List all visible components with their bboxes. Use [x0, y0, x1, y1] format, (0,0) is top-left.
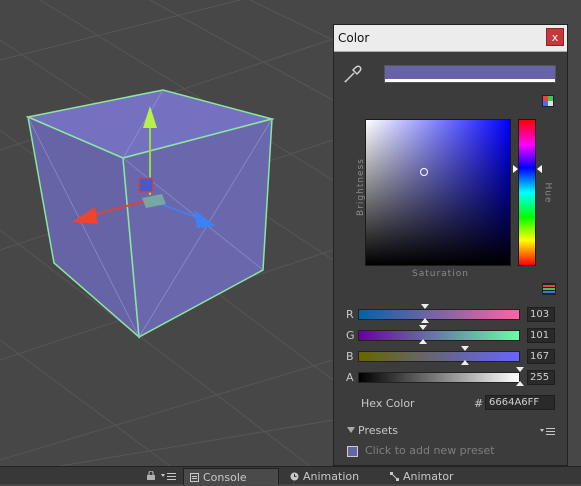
panel-menu-icon[interactable]	[161, 472, 177, 480]
hue-slider[interactable]	[518, 119, 536, 266]
slider-r-handle-top[interactable]	[421, 304, 429, 309]
value-field-a[interactable]: 255	[527, 370, 555, 385]
lock-icon[interactable]	[147, 471, 155, 480]
slider-b-handle-bottom[interactable]	[461, 360, 469, 365]
slider-a-handle-top[interactable]	[516, 367, 524, 372]
preset-swatch[interactable]	[347, 446, 358, 457]
value-field-r[interactable]: 103	[527, 307, 555, 322]
hue-handle-left[interactable]	[513, 165, 518, 173]
slider-g-handle-bottom[interactable]	[419, 339, 427, 344]
channel-row-r: R 103	[334, 307, 569, 323]
tab-console[interactable]: Console	[183, 468, 279, 485]
close-button[interactable]: x	[546, 28, 564, 46]
hex-hash: #	[474, 397, 484, 410]
channel-label-r: R	[346, 308, 354, 321]
add-preset-hint[interactable]: Click to add new preset	[365, 444, 495, 457]
tab-label: Animator	[403, 470, 454, 483]
slider-g[interactable]	[358, 330, 520, 341]
slider-a-handle-bottom[interactable]	[516, 381, 524, 386]
color-picker-window: Color x Brightness Hue Saturation R 103	[333, 24, 568, 466]
channel-label-g: G	[346, 329, 355, 342]
tab-animation[interactable]: Animation	[290, 468, 359, 485]
hue-handle-right[interactable]	[537, 165, 542, 173]
hex-color-field[interactable]: 6664A6FF	[485, 395, 555, 410]
channel-row-a: A 255	[334, 370, 569, 386]
slider-r-handle-bottom[interactable]	[421, 318, 429, 323]
eyedropper-icon[interactable]	[342, 63, 364, 85]
sv-handle[interactable]	[420, 168, 428, 176]
slider-b-handle-top[interactable]	[461, 346, 469, 351]
tab-label: Console	[203, 471, 247, 484]
color-mode-icon[interactable]	[542, 95, 554, 107]
titlebar: Color x	[334, 25, 567, 52]
presets-foldout-icon[interactable]	[347, 427, 355, 433]
value-field-g[interactable]: 101	[527, 328, 555, 343]
console-icon	[190, 473, 199, 482]
slider-g-handle-top[interactable]	[419, 325, 427, 330]
tab-label: Animation	[303, 470, 360, 483]
saturation-brightness-field[interactable]	[365, 119, 511, 266]
value-field-b[interactable]: 167	[527, 349, 555, 364]
slider-r[interactable]	[358, 309, 520, 320]
slider-a[interactable]	[358, 372, 520, 383]
alpha-preview-bar	[385, 79, 555, 82]
bottom-tab-bar: Console Animation Animator	[0, 466, 581, 485]
channel-label-b: B	[346, 350, 354, 363]
presets-label[interactable]: Presets	[358, 424, 398, 437]
clock-icon	[290, 472, 299, 481]
hue-label: Hue	[542, 182, 553, 204]
channel-row-b: B 167	[334, 349, 569, 365]
saturation-label: Saturation	[412, 269, 469, 279]
slider-mode-icon[interactable]	[542, 283, 556, 295]
color-preview-swatch	[384, 65, 556, 83]
animator-icon	[390, 472, 399, 481]
slider-b[interactable]	[358, 351, 520, 362]
menu-icon[interactable]	[540, 426, 556, 436]
channel-label-a: A	[346, 371, 354, 384]
window-title: Color	[338, 31, 370, 45]
hex-color-label: Hex Color	[361, 397, 415, 410]
channel-row-g: G 101	[334, 328, 569, 344]
tab-animator[interactable]: Animator	[390, 468, 454, 485]
